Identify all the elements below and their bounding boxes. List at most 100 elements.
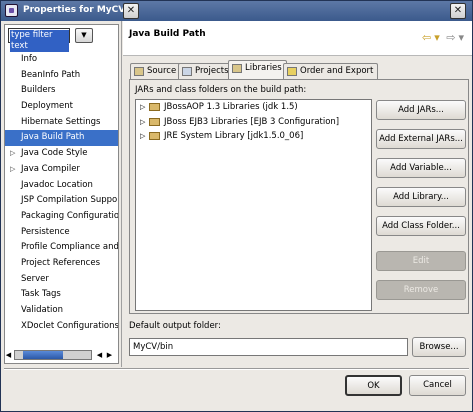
tree-item-label: Server [21,273,49,284]
library-item[interactable]: ▷ JRE System Library [jdk1.5.0_06] [136,129,371,144]
tree-item[interactable]: Persistence [5,225,118,241]
tree-item[interactable]: Hibernate Settings [5,115,118,131]
property-tree-panel: type filter text ▼ Info BeanInfo Path Buil… [4,24,119,364]
page-title: Java Build Path [129,29,206,39]
add-class-folder-button[interactable]: Add Class Folder... [376,216,466,236]
back-arrow-icon[interactable]: ⇦ [422,31,431,44]
tab-order-and-export[interactable]: Order and Export [283,63,379,80]
classpath-label: JARs and class folders on the build path… [135,85,307,95]
add-external-jars-button[interactable]: Add External JARs... [376,129,466,149]
tree-item-label: Builders [21,85,56,96]
project-icon [182,67,192,76]
tree-item-label: Hibernate Settings [21,116,101,127]
edit-button[interactable]: Edit [376,251,466,271]
forward-dropdown-icon[interactable]: ▾ [458,31,464,44]
library-list[interactable]: ▷ JBossAOP 1.3 Libraries (jdk 1.5) ▷ JBoss … [135,99,372,311]
window-title: Properties for MyCV [23,5,126,15]
tab-label: Order and Export [300,66,374,76]
source-folder-icon [134,67,144,76]
default-output-folder-label: Default output folder: [129,321,221,331]
tab-label: Projects [195,66,229,76]
tree-item[interactable]: Java Build Path [5,130,118,147]
scroll-left-icon[interactable]: ◀ [4,349,13,361]
filter-input[interactable]: type filter text [8,28,70,52]
library-item[interactable]: ▷ JBossAOP 1.3 Libraries (jdk 1.5) [136,100,371,115]
library-label: JBoss EJB3 Libraries [EJB 3 Configuratio… [164,116,340,127]
tree-item-label: Packaging Configuratio [21,210,118,221]
property-tree: Info BeanInfo Path Builders Deployment Hiber… [5,52,118,334]
library-icon [149,132,160,140]
browse-button[interactable]: Browse... [412,337,466,357]
add-variable-button[interactable]: Add Variable... [376,158,466,178]
back-dropdown-icon[interactable]: ▾ [434,31,440,44]
tree-item[interactable]: XDoclet Configurations [5,319,118,335]
tree-item[interactable]: Deployment [5,99,118,115]
expand-icon[interactable]: ▷ [140,129,145,143]
ok-button[interactable]: OK [345,375,402,396]
tree-item[interactable]: Builders [5,83,118,99]
add-library-button[interactable]: Add Library... [376,187,466,207]
sash-divider[interactable] [121,21,122,367]
scroll-track[interactable] [14,350,92,360]
tree-item[interactable]: Info [5,52,118,68]
title-bar: Properties for MyCV ✕ ✕ [1,1,472,21]
tree-item[interactable]: Validation [5,303,118,319]
tree-item[interactable]: Packaging Configuratio [5,209,118,225]
tree-item-label: Task Tags [21,289,61,300]
tab-libraries[interactable]: Libraries [228,60,287,79]
remove-button[interactable]: Remove [376,280,466,300]
close-icon[interactable]: ✕ [123,3,139,19]
add-jars-button[interactable]: Add JARs... [376,100,466,120]
window-close-button[interactable]: ✕ [450,3,466,19]
tree-item-label: XDoclet Configurations [21,320,118,331]
tree-item-label: Deployment [21,101,73,112]
tree-item[interactable]: BeanInfo Path [5,68,118,84]
tab-label: Libraries [245,63,282,73]
tree-item-label: Java Build Path [21,132,85,143]
tree-item-label: Java Code Style [21,148,88,159]
scroll-right-icon[interactable]: ▶ [105,349,114,361]
history-navigation: ⇦ ▾ ⇨ ▾ [419,31,464,44]
tree-item[interactable]: Javadoc Location [5,178,118,194]
page-header: Java Build Path ⇦ ▾ ⇨ ▾ [123,21,472,56]
tree-item-label: Validation [21,305,63,315]
order-export-icon [287,67,297,76]
tree-item[interactable]: ▷ Java Compiler [5,162,118,178]
tree-item[interactable]: Server [5,272,118,288]
tree-item[interactable]: ▷ Java Code Style [5,146,118,162]
scroll-thumb[interactable] [23,351,63,359]
app-icon [5,4,18,17]
tree-horizontal-scrollbar[interactable]: ◀ ◀ ▶ [4,349,117,361]
scroll-left-icon[interactable]: ◀ [95,349,104,361]
tree-item[interactable]: Task Tags [5,287,118,303]
expand-icon[interactable]: ▷ [10,146,15,161]
tree-item-label: JSP Compilation Suppor [21,195,118,206]
expand-icon[interactable]: ▷ [10,162,15,177]
tree-item-label: Java Compiler [21,163,80,174]
forward-arrow-icon[interactable]: ⇨ [446,31,455,44]
library-item[interactable]: ▷ JBoss EJB3 Libraries [EJB 3 Configurati… [136,115,371,130]
tree-item[interactable]: Project References [5,256,118,272]
library-icon [149,117,160,126]
output-folder-field[interactable]: MyCV/bin [129,338,408,356]
tab-projects[interactable]: Projects [178,63,234,80]
tree-item-label: Project References [21,257,101,268]
expand-icon[interactable]: ▷ [140,100,145,114]
tree-item-label: Persistence [21,226,70,237]
library-label: JRE System Library [jdk1.5.0_06] [164,131,304,141]
tree-item-label: BeanInfo Path [21,69,81,80]
tab-source[interactable]: Source [130,63,182,80]
filter-dropdown-button[interactable]: ▼ [75,28,93,43]
separator [4,368,469,370]
library-label: JBossAOP 1.3 Libraries (jdk 1.5) [164,102,298,112]
expand-icon[interactable]: ▷ [140,115,145,129]
properties-dialog: Properties for MyCV ✕ ✕ type filter text… [0,0,473,412]
cancel-button[interactable]: Cancel [409,375,466,396]
filter-input-value[interactable]: type filter text [10,30,69,52]
library-icon [232,64,242,73]
tab-label: Source [147,66,177,76]
tree-item-label: Profile Compliance and [21,242,118,253]
tree-item[interactable]: Profile Compliance and [5,240,118,256]
tree-item[interactable]: JSP Compilation Suppor [5,193,118,209]
library-icon [149,103,160,111]
